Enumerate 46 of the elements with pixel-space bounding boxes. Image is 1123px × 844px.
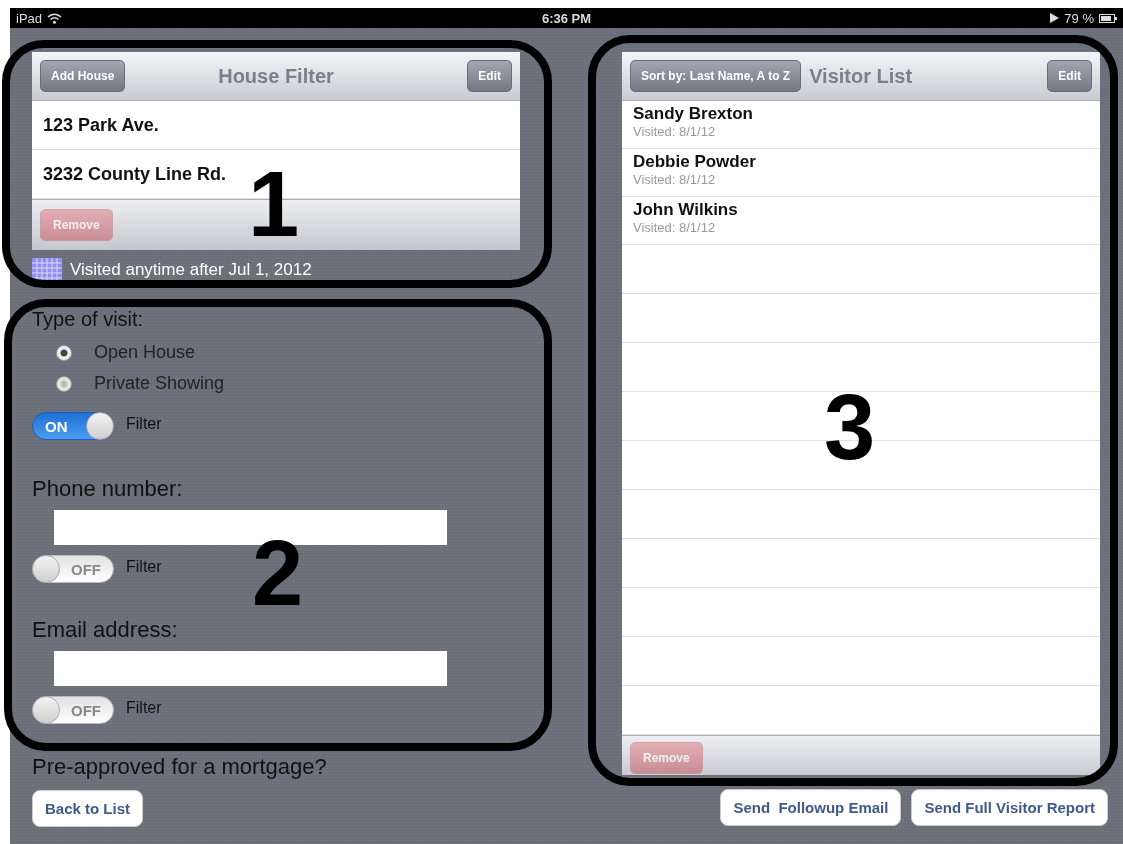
edit-button[interactable]: Edit — [467, 60, 512, 92]
visit-date: Visited: 8/1/12 — [633, 220, 717, 235]
sort-button[interactable]: Sort by: Last Name, A to Z — [630, 60, 802, 92]
field-label: Email address: — [32, 617, 179, 643]
panel-title: House Filter — [218, 64, 334, 88]
action-button[interactable]: Send Full Visitor Report — [911, 789, 1108, 826]
filter-label: Filter — [126, 415, 162, 433]
visitor-name: John Wilkins — [633, 200, 739, 220]
add-house-button[interactable]: Add House — [40, 60, 126, 92]
back-to-list-button[interactable]: Back to List — [32, 790, 144, 827]
battery-percent: 79 % — [1064, 10, 1094, 26]
clock: 6:36 PM — [541, 10, 592, 26]
filter-label: Filter — [126, 699, 162, 717]
radio-label: Open House — [94, 342, 196, 363]
visitor-row[interactable]: Debbie Powder Visited: 8/1/12 — [622, 149, 1100, 197]
filter-label: Filter — [126, 558, 162, 576]
visit-date: Visited: 8/1/12 — [633, 124, 717, 139]
house-address: 3232 County Line Rd. — [43, 163, 227, 185]
panel-title: Visitor List — [809, 64, 913, 88]
toggle-switch[interactable]: OFF — [32, 555, 114, 583]
mortgage-label: Pre-approved for a mortgage? — [32, 754, 328, 780]
radio-label: Private Showing — [94, 373, 225, 394]
toggle-switch[interactable]: ON — [32, 412, 114, 440]
radio-button[interactable] — [56, 344, 72, 361]
visitor-name: Sandy Brexton — [633, 104, 754, 124]
location-arrow-icon — [1050, 13, 1060, 23]
edit-button[interactable]: Edit — [1047, 60, 1092, 92]
field-label: Phone number: — [32, 476, 184, 502]
input-field[interactable] — [54, 651, 447, 686]
house-address: 123 Park Ave. — [43, 114, 159, 136]
date-filter-text[interactable]: Visited anytime after Jul 1, 2012 — [70, 260, 312, 280]
calendar-icon — [32, 258, 62, 282]
action-button[interactable]: Send Followup Email — [720, 789, 902, 826]
visitor-name: Debbie Powder — [633, 152, 757, 172]
visitor-row[interactable]: John Wilkins Visited: 8/1/12 — [622, 197, 1100, 245]
house-row[interactable]: 123 Park Ave. — [32, 101, 520, 150]
annotation-number: 2 — [252, 527, 304, 619]
wifi-icon — [47, 12, 63, 24]
visit-date: Visited: 8/1/12 — [633, 172, 717, 187]
toggle-switch[interactable]: OFF — [32, 696, 114, 724]
radio-button[interactable] — [56, 375, 72, 392]
visitor-row[interactable]: Sandy Brexton Visited: 8/1/12 — [622, 101, 1100, 149]
annotation-number: 3 — [824, 381, 876, 473]
battery-icon — [1099, 13, 1117, 23]
device-name: iPad — [16, 10, 43, 26]
visit-type-label: Type of visit: — [32, 308, 145, 331]
